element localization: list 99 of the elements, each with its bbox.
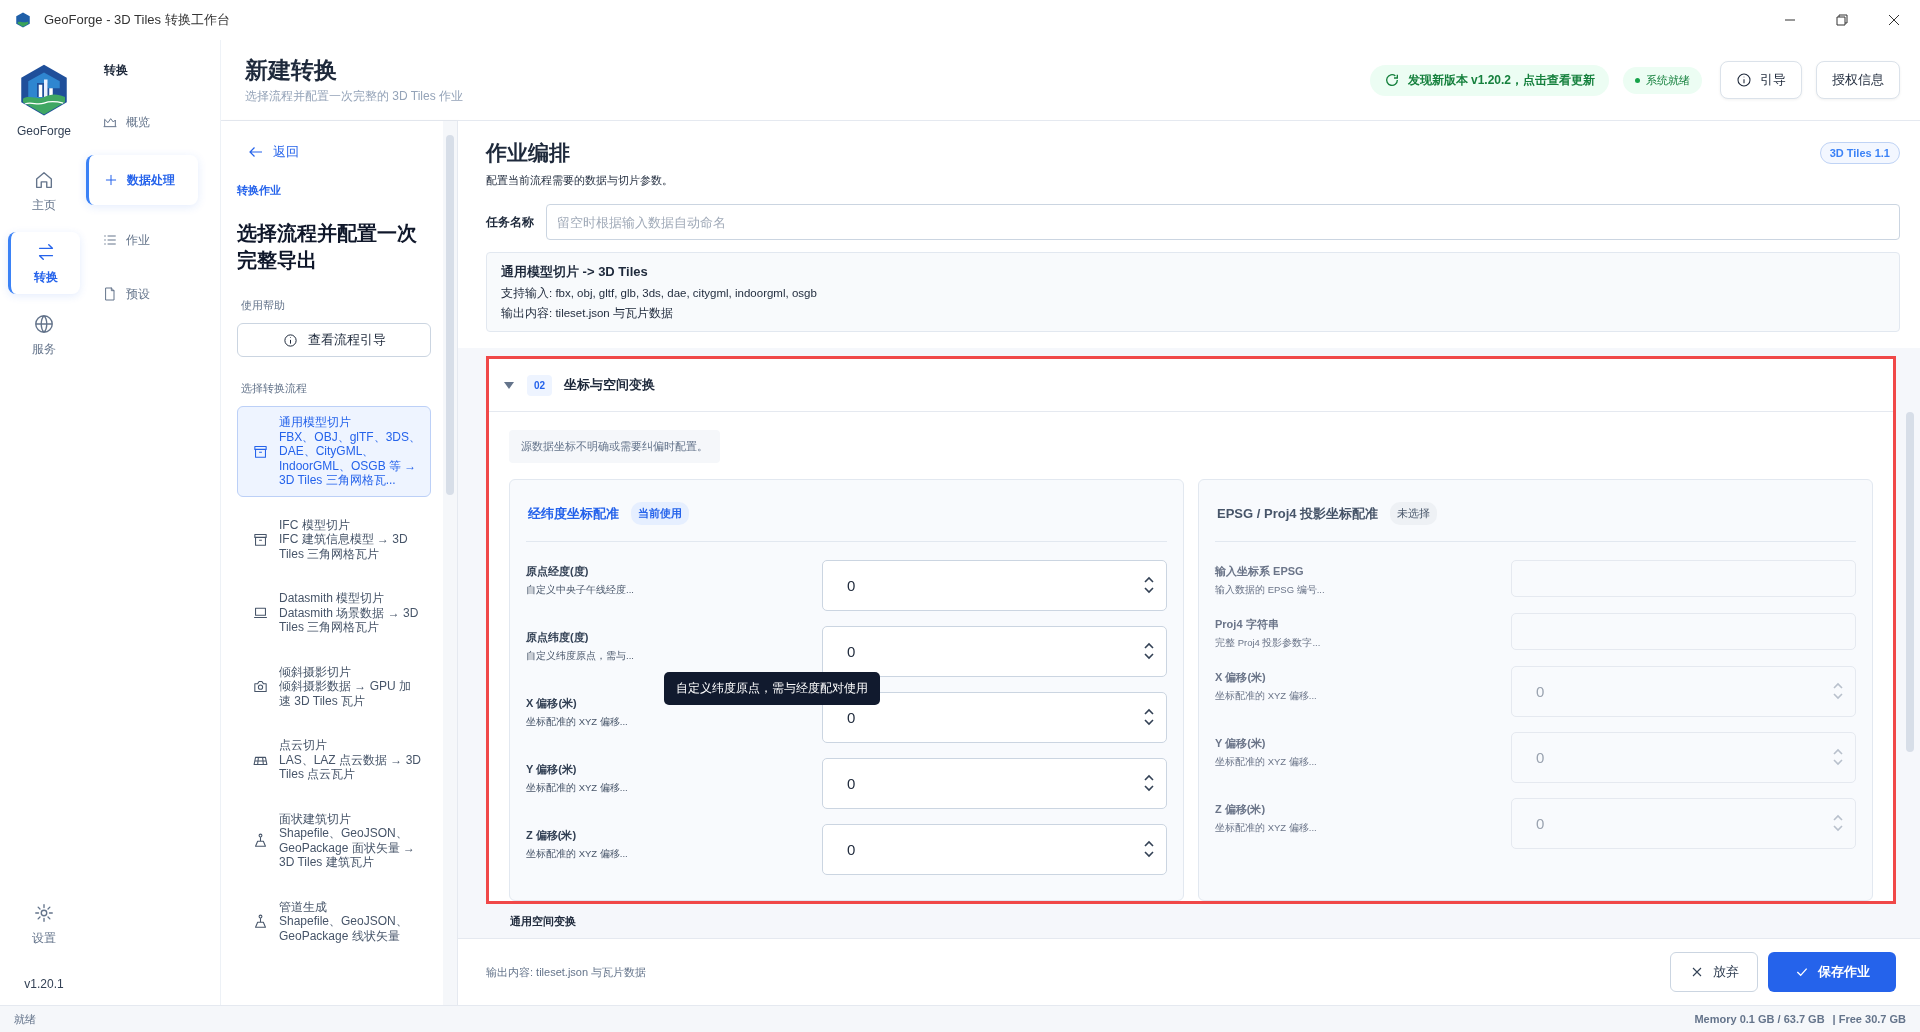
rail-item[interactable]: 主页 [8, 160, 80, 222]
section-hint: 源数据坐标不明确或需要纠偏时配置。 [509, 430, 720, 463]
field-label: 原点经度(度) [526, 564, 590, 579]
flow-option[interactable]: 通用模型切片 FBX、OBJ、glTF、3DS、DAE、CityGML、IndoorGML、OSGB 等 → 3D Tiles 三角网格瓦... [237, 406, 431, 497]
step-number: 02 [527, 374, 553, 396]
field-label: Proj4 字符串 [1215, 617, 1280, 632]
flow-option[interactable]: 点云切片 LAS、LAZ 点云数据 → 3D Tiles 点云瓦片 [237, 729, 431, 791]
field-hint: 坐标配准的 XYZ 偏移... [1215, 690, 1318, 703]
plus-icon [103, 172, 119, 188]
number-field[interactable]: 0 [822, 560, 1167, 611]
tooltip: 自定义纬度原点，需与经度配对使用 [664, 672, 880, 705]
list-icon [102, 232, 118, 248]
card-title: EPSG / Proj4 投影坐标配准 [1217, 504, 1379, 523]
section-title: 通用空间变换 [510, 914, 577, 929]
subnav-title: 转换 [104, 62, 129, 79]
settings-icon [33, 901, 55, 924]
globe-icon [33, 312, 55, 335]
save-button[interactable]: 保存作业 [1768, 952, 1896, 992]
flow-option[interactable]: IFC 模型切片 IFC 建筑信息模型 → 3D Tiles 三角网格瓦片 [237, 508, 431, 570]
spec-badge: 3D Tiles 1.1 [1819, 142, 1900, 164]
close-icon[interactable] [1888, 14, 1900, 26]
spinner-icon[interactable] [1143, 706, 1155, 728]
flow-title: 选择流程并配置一次完整导出 [237, 221, 418, 273]
spinner-icon[interactable] [1143, 772, 1155, 794]
summary-text: 支持输入: fbx, obj, gltf, glb, 3ds, dae, citygml, indoorgml, osgb [501, 286, 818, 301]
field-label: 输入坐标系 EPSG [1215, 564, 1305, 579]
card-tag: 当前使用 [631, 502, 689, 525]
field-hint: 自定义纬度原点，需与... [526, 650, 635, 663]
info-icon [1736, 72, 1752, 88]
field-label: X 偏移(米) [1215, 670, 1267, 685]
subnav-item[interactable]: 作业 [88, 217, 200, 263]
field-hint: 坐标配准的 XYZ 偏移... [526, 782, 629, 795]
field-label: Z 偏移(米) [1215, 802, 1267, 817]
number-field[interactable]: 0 [822, 824, 1167, 875]
rail-item[interactable]: 设置 [8, 893, 80, 955]
summary-title: 通用模型切片 -> 3D Tiles [501, 263, 649, 281]
version-label: v1.20.1 [24, 977, 64, 991]
field-hint: 坐标配准的 XYZ 偏移... [526, 716, 629, 729]
window-title: GeoForge - 3D Tiles 转换工作台 [44, 11, 230, 29]
list-label: 选择转换流程 [241, 381, 308, 396]
number-field[interactable]: 0 [822, 758, 1167, 809]
spinner-icon[interactable] [1143, 574, 1155, 596]
flow-option[interactable]: Datasmith 模型切片 Datasmith 场景数据 → 3D Tiles 三角网格瓦片 [237, 582, 431, 644]
field-hint: 坐标配准的 XYZ 偏移... [1215, 756, 1318, 769]
field-label: X 偏移(米) [526, 696, 578, 711]
field-label: Y 偏移(米) [1215, 736, 1267, 751]
field-hint: 坐标配准的 XYZ 偏移... [526, 848, 629, 861]
job-subtitle: 配置当前流程需要的数据与切片参数。 [486, 173, 674, 188]
spinner-icon[interactable] [1143, 838, 1155, 860]
field-label: Z 偏移(米) [526, 828, 578, 843]
status-text: 就绪 [14, 1011, 36, 1027]
field-hint: 完整 Proj4 投影参数字... [1215, 637, 1322, 650]
update-banner[interactable]: 发现新版本 v1.20.2，点击查看更新 [1369, 64, 1609, 96]
collapse-triangle-icon[interactable] [503, 379, 515, 391]
footer-note: 输出内容: tileset.json 与瓦片数据 [486, 964, 647, 980]
subnav-item[interactable]: 预设 [88, 271, 200, 317]
field-hint: 输入数据的 EPSG 编号... [1215, 584, 1326, 597]
rail-item[interactable]: 服务 [8, 304, 80, 366]
flow-option[interactable]: 倾斜摄影切片 倾斜摄影数据 → GPU 加速 3D Tiles 瓦片 [237, 655, 431, 717]
number-field[interactable]: 0 [822, 626, 1167, 677]
restore-icon[interactable] [1836, 14, 1848, 26]
spinner-icon[interactable] [1143, 640, 1155, 662]
subnav-item[interactable]: 数据处理 [86, 155, 198, 205]
field-label: 任务名称 [486, 213, 534, 231]
rail-item[interactable]: 转换 [8, 232, 80, 294]
refresh-icon [1383, 72, 1400, 88]
status-pill: 系统就绪 [1623, 66, 1702, 94]
free-memory-readout: | Free 30.7 GB [1832, 1013, 1906, 1025]
task-name-field[interactable]: 留空时根据输入数据自动命名 [546, 204, 1900, 240]
brand-name: GeoForge [17, 124, 71, 138]
field-label: Y 偏移(米) [526, 762, 578, 777]
scrollbar[interactable] [443, 121, 457, 1005]
figure-icon [252, 912, 269, 930]
flow-option[interactable]: 管道生成 Shapefile、GeoJSON、GeoPackage 线状矢量 [237, 890, 431, 952]
app-logo-icon [14, 11, 32, 29]
field-label: 原点纬度(度) [526, 630, 590, 645]
section-title: 坐标与空间变换 [564, 376, 656, 394]
file-icon [102, 286, 118, 302]
guide-button[interactable]: 引导 [1720, 61, 1802, 99]
job-title: 作业编排 [486, 140, 570, 166]
discard-button[interactable]: 放弃 [1670, 952, 1758, 992]
section-eyebrow: 转换作业 [237, 183, 282, 198]
flow-option[interactable]: 面状建筑切片 Shapefile、GeoJSON、GeoPackage 面状矢量 → 3D Tiles 建筑瓦片 [237, 802, 431, 879]
subnav-item[interactable]: 概览 [88, 99, 200, 145]
back-link[interactable]: 返回 [237, 143, 299, 161]
page-title: 新建转换 [245, 56, 338, 85]
info-icon [282, 332, 298, 348]
memory-readout: Memory 0.1 GB / 63.7 GB [1694, 1013, 1825, 1025]
help-label: 使用帮助 [241, 298, 286, 313]
license-button[interactable]: 授权信息 [1816, 61, 1900, 99]
help-button[interactable]: 查看流程引导 [237, 323, 431, 357]
field-hint: 坐标配准的 XYZ 偏移... [1215, 822, 1318, 835]
figure-icon [252, 832, 269, 849]
card-title: 经纬度坐标配准 [528, 504, 619, 523]
card-tag: 未选择 [1390, 502, 1438, 525]
page-subtitle: 选择流程并配置一次完整的 3D Tiles 作业 [245, 88, 463, 105]
option-card[interactable]: 经纬度坐标配准 当前使用 原点经度(度) 自定义中央子午线经度... 0 原点纬度(度) 自定义纬度原点，需与... 0 自定义纬度原点，需与经度配对使用 X 偏移(米) 坐标配准的 XYZ 偏移... 0 Y 偏移(米) 坐标配准的 XYZ 偏移... 0 Z 偏移(米) 坐标配准的 XYZ 偏移... 0 [509, 479, 1184, 901]
field-hint: 自定义中央子午线经度... [526, 584, 635, 597]
summary-text: 输出内容: tileset.json 与瓦片数据 [501, 306, 674, 321]
